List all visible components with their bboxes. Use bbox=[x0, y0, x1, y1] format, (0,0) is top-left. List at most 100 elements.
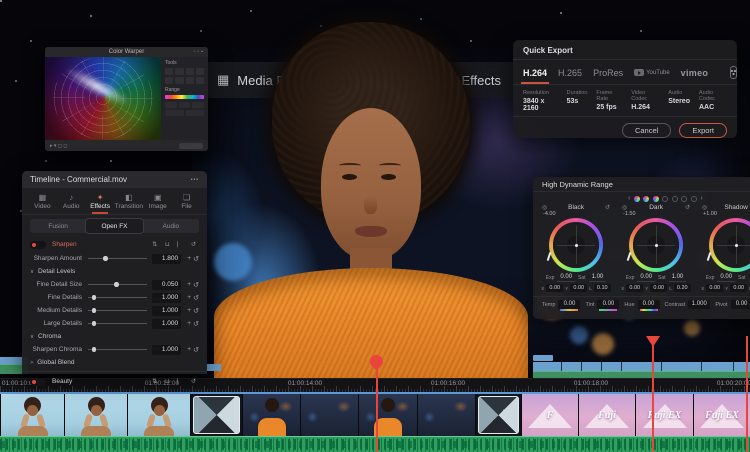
section-detail-levels[interactable]: ∨ Detail Levels bbox=[22, 265, 207, 278]
footer-button[interactable] bbox=[179, 142, 203, 149]
clip-thumbnail[interactable]: Fuji bbox=[578, 394, 635, 436]
section-chroma[interactable]: ∨ Chroma bbox=[22, 330, 207, 343]
tab-transition[interactable]: ◧ Transition bbox=[114, 191, 143, 214]
y-value[interactable]: 0.00 bbox=[650, 284, 668, 292]
mini-video-track[interactable] bbox=[533, 362, 750, 371]
l-value[interactable]: 0.20 bbox=[673, 284, 691, 292]
clip-thumbnail[interactable] bbox=[358, 394, 417, 436]
zone-dot[interactable] bbox=[671, 195, 678, 202]
zone-dot[interactable] bbox=[690, 195, 697, 202]
slider[interactable] bbox=[88, 295, 148, 300]
format-prores[interactable]: ProRes bbox=[593, 68, 623, 78]
temp-value[interactable]: 0.00 bbox=[558, 300, 581, 311]
value-field[interactable]: 1.000 bbox=[152, 305, 182, 316]
format-h265[interactable]: H.265 bbox=[558, 68, 582, 78]
reset-icon[interactable]: ↺ bbox=[193, 294, 199, 302]
subtab-audio[interactable]: Audio bbox=[143, 219, 199, 233]
y-value[interactable]: 0.00 bbox=[570, 284, 588, 292]
hue-value[interactable]: 0.00 bbox=[637, 300, 660, 311]
color-warper-titlebar[interactable]: Color Warper ▫▫▪ bbox=[45, 47, 208, 57]
exp-value[interactable]: 0.00 bbox=[557, 274, 576, 282]
clip-thumbnail[interactable] bbox=[0, 394, 64, 436]
value-field[interactable]: 1.000 bbox=[152, 344, 182, 355]
beauty-enable-toggle[interactable] bbox=[30, 377, 46, 386]
cross-dissolve-transition[interactable] bbox=[190, 394, 242, 436]
next-zone-icon[interactable]: › bbox=[700, 195, 702, 202]
cross-dissolve-transition[interactable] bbox=[475, 394, 521, 436]
keyframe-add-icon[interactable]: + bbox=[185, 281, 193, 288]
playhead-line[interactable] bbox=[375, 362, 378, 452]
zone-dot[interactable] bbox=[662, 195, 669, 202]
reset-icon[interactable]: ↺ bbox=[193, 307, 199, 315]
clip-thumbnail[interactable]: Fuji EX bbox=[635, 394, 693, 436]
tab-file[interactable]: ❏ File bbox=[172, 191, 201, 214]
slider[interactable] bbox=[88, 321, 148, 326]
pivot-value[interactable]: 0.00 bbox=[730, 300, 750, 309]
value-field[interactable]: 1.800 bbox=[152, 253, 182, 264]
zone-dot-active[interactable] bbox=[633, 195, 640, 202]
slider[interactable] bbox=[88, 347, 148, 352]
clip-thumbnail[interactable] bbox=[300, 394, 358, 436]
tab-image[interactable]: ▣ Image bbox=[143, 191, 172, 214]
clip-thumbnail[interactable] bbox=[417, 394, 475, 436]
keyframe-add-icon[interactable]: + bbox=[185, 346, 193, 353]
x-value[interactable]: 0.00 bbox=[706, 284, 724, 292]
format-vimeo[interactable]: vimeo bbox=[681, 68, 709, 78]
mini-clip[interactable] bbox=[533, 355, 553, 361]
beauty-header-icons[interactable]: ⇅ ⊔ ⎸ ↺ bbox=[152, 378, 199, 386]
clip-thumbnail[interactable] bbox=[242, 394, 300, 436]
tab-video[interactable]: ▦ Video bbox=[28, 191, 57, 214]
mini-clip[interactable] bbox=[206, 364, 221, 371]
subtab-fusion[interactable]: Fusion bbox=[30, 219, 86, 233]
marker-line[interactable] bbox=[652, 336, 654, 452]
wheel-mode-icon[interactable]: ◎ bbox=[702, 204, 707, 211]
slider-handle[interactable] bbox=[103, 256, 108, 261]
exp-value[interactable]: 0.00 bbox=[717, 274, 736, 282]
subtab-openfx[interactable]: Open FX bbox=[86, 219, 143, 233]
value-field[interactable]: 1.000 bbox=[152, 292, 182, 303]
keyframe-add-icon[interactable]: + bbox=[185, 307, 193, 314]
contrast-value[interactable]: 1.000 bbox=[688, 300, 711, 309]
warper-value-row[interactable] bbox=[165, 110, 204, 116]
effects-button[interactable]: Effects bbox=[461, 73, 501, 88]
y-value[interactable]: 0.00 bbox=[730, 284, 748, 292]
tab-audio[interactable]: ♪ Audio bbox=[57, 191, 86, 214]
export-button[interactable]: Export bbox=[679, 123, 727, 138]
cancel-button[interactable]: Cancel bbox=[621, 123, 672, 138]
keyframe-add-icon[interactable]: + bbox=[185, 320, 193, 327]
prev-zone-icon[interactable]: ‹ bbox=[628, 195, 630, 202]
tab-effects[interactable]: ✦ Effects bbox=[86, 191, 115, 214]
zone-dot-active[interactable] bbox=[643, 195, 650, 202]
more-options-icon[interactable]: ••• bbox=[191, 177, 199, 183]
clip-thumbnail[interactable] bbox=[127, 394, 190, 436]
format-h264[interactable]: H.264 bbox=[520, 68, 550, 84]
footer-icons[interactable]: ▸ ▾ ◻ ◻ bbox=[50, 143, 68, 149]
color-wheel[interactable] bbox=[626, 218, 683, 272]
reset-icon[interactable]: ↺ bbox=[193, 281, 199, 289]
inspector-titlebar[interactable]: Timeline - Commercial.mov ••• bbox=[22, 171, 207, 188]
sharpen-header-icons[interactable]: ⇅ ⊔ ⎸ ↺ bbox=[152, 241, 199, 249]
clip-thumbnail[interactable]: F bbox=[521, 394, 578, 436]
wheel-mode-icon[interactable]: ◎ bbox=[622, 204, 627, 211]
keyframe-add-icon[interactable]: + bbox=[185, 294, 193, 301]
slider[interactable] bbox=[88, 308, 148, 313]
presets-icon[interactable] bbox=[730, 66, 738, 79]
x-value[interactable]: 0.00 bbox=[546, 284, 564, 292]
reset-icon[interactable]: ↺ bbox=[193, 320, 199, 328]
slider-handle[interactable] bbox=[91, 295, 97, 300]
slider[interactable] bbox=[88, 282, 148, 287]
window-controls-icon[interactable]: ▫▫▪ bbox=[194, 49, 205, 55]
zone-dot[interactable] bbox=[681, 195, 688, 202]
sat-value[interactable]: 1.00 bbox=[588, 274, 607, 282]
reset-icon[interactable]: ↺ bbox=[685, 204, 690, 211]
hue-range-strip[interactable] bbox=[165, 95, 204, 99]
tool-icon-grid[interactable] bbox=[165, 68, 204, 84]
reset-icon[interactable]: ↺ bbox=[193, 255, 199, 263]
format-youtube[interactable]: YouTube bbox=[634, 69, 670, 76]
clip-thumbnail[interactable] bbox=[64, 394, 127, 436]
reset-icon[interactable]: ↺ bbox=[605, 204, 610, 211]
section-global-blend[interactable]: > Global Blend bbox=[22, 356, 207, 369]
reset-icon[interactable]: ↺ bbox=[193, 346, 199, 354]
edge-marker-line[interactable] bbox=[746, 336, 748, 452]
sharpen-enable-toggle[interactable] bbox=[30, 240, 46, 249]
